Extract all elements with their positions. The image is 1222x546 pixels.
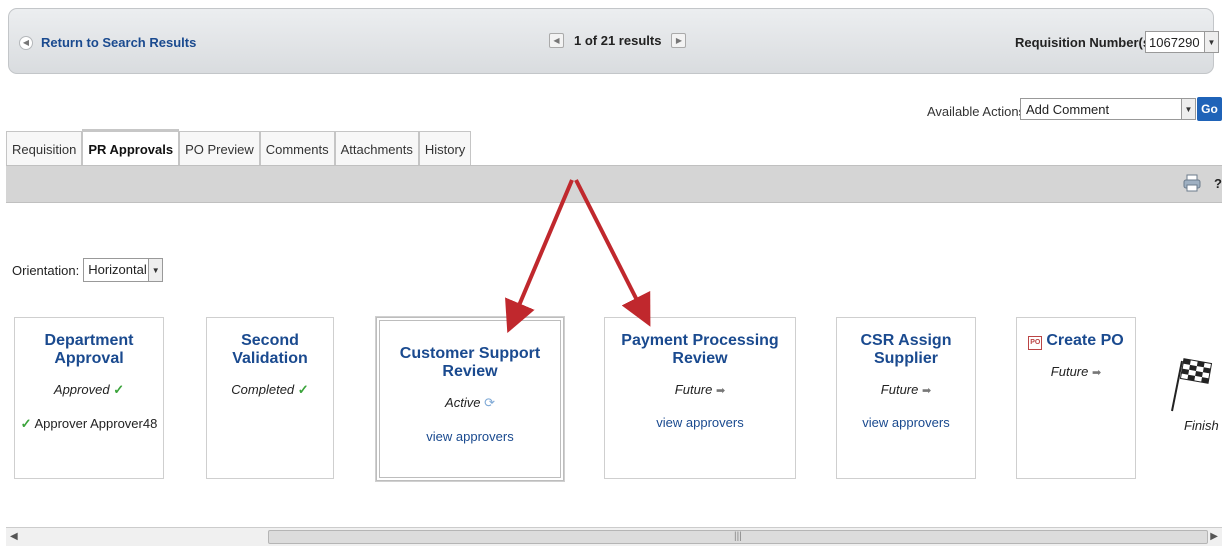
step-status-text: Active [445, 395, 481, 410]
go-button[interactable]: Go [1197, 97, 1222, 121]
orientation-label: Orientation: [12, 262, 80, 278]
step-status: Future ➡ [837, 382, 975, 397]
tab-pr-approvals[interactable]: PR Approvals [82, 129, 180, 167]
step-title: Payment Processing Review [621, 332, 779, 367]
arrow-right-icon: ➡ [921, 385, 932, 397]
scroll-left-icon[interactable]: ◀ [10, 531, 18, 542]
back-arrow-icon[interactable]: ◀ [19, 35, 33, 50]
tab-history[interactable]: History [418, 131, 472, 167]
view-approvers-link[interactable]: view approvers [605, 415, 795, 430]
step-title: Customer Support Review [399, 345, 541, 380]
arrow-right-icon: ➡ [715, 385, 726, 397]
print-icon[interactable] [1183, 174, 1201, 195]
step-payment-processing-review: Payment Processing Review Future ➡ view … [604, 317, 796, 479]
step-customer-support-review: Customer Support Review Active ⟳ view ap… [376, 317, 564, 481]
requisition-number-value: 1067290 [1149, 34, 1200, 50]
step-status: Future ➡ [605, 382, 795, 397]
step-status: Approved ✓ [15, 382, 163, 398]
step-csr-assign-supplier: CSR Assign Supplier Future ➡ view approv… [836, 317, 976, 479]
checkered-flag-icon [1166, 355, 1218, 418]
orientation-value: Horizontal [88, 262, 147, 277]
return-to-search[interactable]: ◀ Return to Search Results [19, 35, 196, 50]
checkmark-icon: ✓ [297, 382, 309, 397]
dropdown-arrow-icon[interactable]: ▼ [1204, 32, 1218, 52]
requisition-number-select[interactable]: 1067290 ▼ [1145, 31, 1219, 53]
approver-name: Approver Approver48 [34, 416, 158, 431]
tab-requisition[interactable]: Requisition [6, 131, 83, 167]
available-actions-label: Available Actions: [927, 104, 1029, 119]
available-actions-select[interactable]: Add Comment ▼ [1020, 98, 1196, 120]
refresh-icon: ⟳ [484, 395, 495, 410]
step-status-text: Future [880, 382, 919, 397]
step-title: Department Approval [44, 332, 134, 367]
requisition-number-label: Requisition Number(s) [1015, 35, 1155, 50]
pager-text: 1 of 21 results [574, 33, 662, 48]
step-status-text: Future [674, 382, 713, 397]
step-title: Second Validation [232, 332, 308, 367]
step-title: CSR Assign Supplier [860, 332, 952, 367]
orientation-control: Orientation: Horizontal ▼ [12, 258, 164, 282]
dropdown-arrow-icon[interactable]: ▼ [1181, 99, 1195, 119]
step-title-text: Create PO [1046, 332, 1124, 349]
next-result-icon[interactable]: ▶ [671, 33, 687, 48]
step-status-text: Future [1050, 364, 1089, 379]
scrollbar-thumb[interactable]: ||| [268, 530, 1208, 544]
step-second-validation: Second Validation Completed ✓ [206, 317, 334, 479]
navigation-bar: ◀ Return to Search Results ◀ 1 of 21 res… [8, 8, 1219, 74]
tab-bar: Requisition PR Approvals PO Preview Comm… [6, 129, 472, 167]
tab-po-preview[interactable]: PO Preview [179, 131, 260, 167]
available-actions-value: Add Comment [1026, 102, 1110, 117]
step-status: Completed ✓ [207, 382, 333, 398]
step-title: PO Create PO [1017, 332, 1135, 350]
view-approvers-link[interactable]: view approvers [837, 415, 975, 430]
step-status-text: Completed [231, 382, 295, 397]
help-icon[interactable]: ? [1214, 176, 1222, 191]
prev-result-icon[interactable]: ◀ [549, 33, 564, 48]
orientation-select[interactable]: Horizontal ▼ [83, 258, 164, 282]
grip-icon: ||| [734, 531, 742, 542]
step-status: Active ⟳ [380, 395, 560, 411]
dropdown-arrow-icon[interactable]: ▼ [148, 259, 163, 281]
pager: ◀ 1 of 21 results ▶ [549, 33, 687, 48]
step-status-text: Approved [53, 382, 110, 397]
tab-comments[interactable]: Comments [259, 131, 335, 167]
scroll-right-icon[interactable]: ▶ [1210, 531, 1218, 542]
view-approvers-link[interactable]: view approvers [380, 429, 560, 444]
checkmark-icon: ✓ [113, 382, 125, 397]
step-approver: ✓ Approver Approver48 [15, 416, 163, 432]
horizontal-scrollbar[interactable]: ◀ ||| ▶ [6, 527, 1222, 546]
return-link[interactable]: Return to Search Results [41, 35, 196, 50]
checkmark-icon: ✓ [20, 416, 32, 431]
tab-attachments[interactable]: Attachments [334, 131, 419, 167]
finish-label: Finish [1184, 418, 1219, 433]
step-create-po: PO Create PO Future ➡ [1016, 317, 1136, 479]
toolbar-strip: ? [6, 165, 1222, 203]
arrow-right-icon: ➡ [1091, 367, 1102, 379]
po-document-icon: PO [1028, 336, 1043, 350]
step-department-approval: Department Approval Approved ✓ ✓ Approve… [14, 317, 164, 479]
step-status: Future ➡ [1017, 364, 1135, 379]
